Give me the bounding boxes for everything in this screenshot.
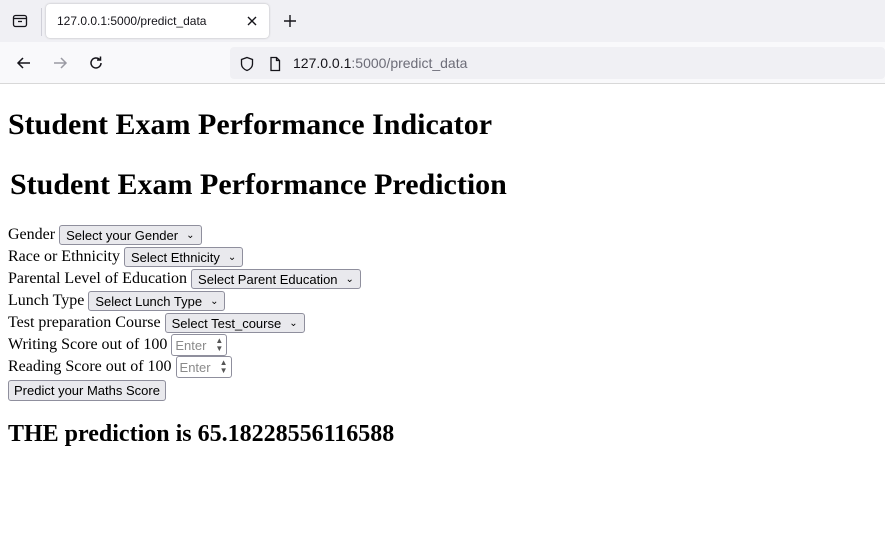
chevron-down-icon: ⌄ [289,317,298,329]
parent-education-label: Parental Level of Education [8,270,188,287]
ethnicity-select-value: Select Ethnicity [130,249,220,265]
parent-education-select[interactable]: Select Parent Education ⌄ [191,269,361,289]
test-prep-select-value: Select Test_course [171,315,282,331]
reading-score-input[interactable]: Enter ▲ ▼ [175,356,232,378]
gender-select[interactable]: Select your Gender ⌄ [59,225,202,245]
parent-education-row: Parental Level of Education Select Paren… [8,268,361,290]
url-text[interactable]: 127.0.0.1:5000/predict_data [293,55,467,71]
ethnicity-row: Race or Ethnicity Select Ethnicity ⌄ [8,246,361,268]
tab-title: 127.0.0.1:5000/predict_data [57,14,207,28]
tab-separator [41,8,42,36]
new-tab-plus-icon[interactable] [279,10,301,32]
reload-icon[interactable] [84,51,108,75]
reading-score-placeholder: Enter [179,359,211,375]
prediction-result: THE prediction is 65.18228556116588 [8,421,395,447]
predict-button[interactable]: Predict your Maths Score [8,379,166,401]
spinner-icon[interactable]: ▲ ▼ [220,359,228,375]
chevron-down-icon: ⌄ [345,273,354,285]
writing-score-input[interactable]: Enter ▲ ▼ [171,334,228,356]
lunch-select[interactable]: Select Lunch Type ⌄ [88,291,226,311]
test-prep-label: Test preparation Course [8,314,161,331]
tab-list-icon[interactable] [8,9,32,33]
shield-icon[interactable] [238,55,256,73]
submit-row: Predict your Maths Score [8,378,361,401]
chevron-down-icon: ⌄ [210,295,219,307]
page-subtitle: Student Exam Performance Prediction [10,168,507,201]
url-host: 127.0.0.1 [293,55,352,71]
forward-arrow-icon[interactable] [48,51,72,75]
address-bar[interactable]: 127.0.0.1:5000/predict_data [230,47,885,79]
spinner-icon[interactable]: ▲ ▼ [215,337,223,353]
writing-score-label: Writing Score out of 100 [8,336,168,353]
ethnicity-label: Race or Ethnicity [8,248,120,265]
chevron-down-icon: ⌄ [227,251,237,263]
url-path: :5000/predict_data [351,55,468,71]
lunch-row: Lunch Type Select Lunch Type ⌄ [8,290,361,312]
gender-label: Gender [8,226,56,243]
navigation-bar: 127.0.0.1:5000/predict_data [0,42,885,84]
close-icon[interactable] [243,12,261,30]
tab-bar: 127.0.0.1:5000/predict_data [0,0,885,42]
writing-score-placeholder: Enter [175,337,207,353]
lunch-label: Lunch Type [8,292,85,309]
prediction-form: Gender Select your Gender ⌄ Race or Ethni… [8,224,361,401]
page-title: Student Exam Performance Indicator [8,108,493,141]
page-icon[interactable] [266,55,284,73]
test-prep-select[interactable]: Select Test_course ⌄ [164,313,305,333]
lunch-select-value: Select Lunch Type [95,293,203,309]
gender-select-value: Select your Gender [66,227,179,243]
gender-row: Gender Select your Gender ⌄ [8,224,361,246]
ethnicity-select[interactable]: Select Ethnicity ⌄ [123,247,244,267]
chevron-down-icon: ⌄ [186,229,195,241]
parent-education-select-value: Select Parent Education [198,271,338,287]
test-prep-row: Test preparation Course Select Test_cour… [8,312,361,334]
active-tab[interactable]: 127.0.0.1:5000/predict_data [46,4,269,38]
reading-score-row: Reading Score out of 100 Enter ▲ ▼ [8,356,361,378]
back-arrow-icon[interactable] [12,51,36,75]
writing-score-row: Writing Score out of 100 Enter ▲ ▼ [8,334,361,356]
reading-score-label: Reading Score out of 100 [8,358,172,375]
